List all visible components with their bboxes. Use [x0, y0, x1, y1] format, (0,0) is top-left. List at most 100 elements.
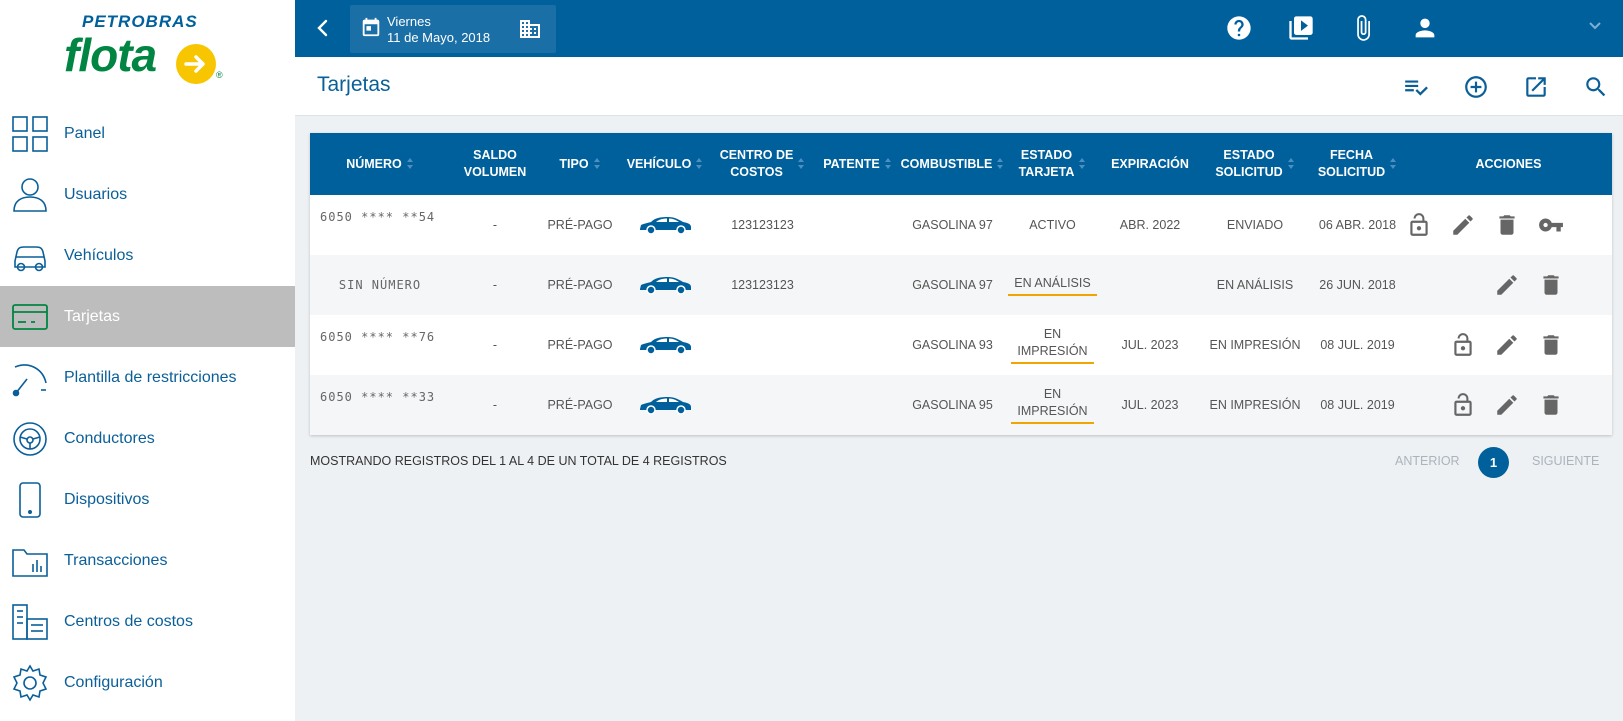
- column-header-numero[interactable]: NÚMERO: [310, 133, 450, 195]
- date-selector[interactable]: Viernes 11 de Mayo, 2018: [350, 5, 556, 53]
- cell-combustible: GASOLINA 97: [912, 217, 993, 232]
- cell-patente: [815, 315, 900, 375]
- lock-open-icon[interactable]: [1450, 392, 1476, 418]
- sidebar-item-configuracion[interactable]: Configuración: [0, 652, 295, 713]
- chevron-down-icon[interactable]: [1587, 18, 1603, 34]
- edit-icon[interactable]: [1450, 212, 1476, 238]
- gear-icon: [12, 664, 48, 702]
- column-header-centro[interactable]: CENTRO DE COSTOS: [710, 133, 815, 195]
- cell-estado-tarjeta: EN IMPRESIÓN: [1005, 375, 1100, 435]
- sort-icon: [406, 158, 414, 170]
- sidebar-item-centros[interactable]: Centros de costos: [0, 591, 295, 652]
- cell-estado-solicitud: EN IMPRESIÓN: [1209, 397, 1301, 412]
- back-arrow-icon[interactable]: [311, 16, 335, 40]
- logo-product: flota: [64, 29, 157, 81]
- building-icon[interactable]: [518, 17, 542, 41]
- sidebar-item-usuarios[interactable]: Usuarios: [0, 164, 295, 225]
- pagination-current-page[interactable]: 1: [1478, 447, 1509, 478]
- column-header-combustible[interactable]: COMBUSTIBLE: [900, 133, 1005, 195]
- add-circle-icon[interactable]: [1463, 74, 1489, 100]
- key-icon[interactable]: [1538, 212, 1564, 238]
- lock-open-icon[interactable]: [1406, 212, 1432, 238]
- delete-icon[interactable]: [1494, 212, 1520, 238]
- column-header-estado-tarjeta[interactable]: ESTADO TARJETA: [1005, 133, 1100, 195]
- cell-tipo: PRÉ-PAGO: [547, 277, 613, 292]
- logo-arrow-icon: [176, 44, 216, 84]
- column-header-tipo[interactable]: TIPO: [540, 133, 620, 195]
- records-summary: MOSTRANDO REGISTROS DEL 1 AL 4 DE UN TOT…: [310, 454, 727, 468]
- car-icon: [640, 397, 691, 415]
- open-in-new-icon[interactable]: [1523, 74, 1549, 100]
- gauge-icon: [12, 364, 47, 397]
- delete-icon[interactable]: [1538, 332, 1564, 358]
- search-icon[interactable]: [1583, 74, 1609, 100]
- column-header-vehiculo[interactable]: VEHÍCULO: [620, 133, 710, 195]
- cell-expiracion: ABR. 2022: [1119, 217, 1181, 232]
- column-header-patente[interactable]: PATENTE: [815, 133, 900, 195]
- cell-vehiculo: [620, 195, 710, 255]
- lock-open-icon[interactable]: [1450, 332, 1476, 358]
- cell-centro: [710, 375, 815, 435]
- video-library-icon[interactable]: [1287, 14, 1315, 42]
- cell-expiracion: JUL. 2023: [1121, 397, 1179, 412]
- sidebar-item-tarjetas[interactable]: Tarjetas: [0, 286, 295, 347]
- sidebar-item-conductores[interactable]: Conductores: [0, 408, 295, 469]
- date-day: Viernes: [387, 14, 431, 29]
- edit-icon[interactable]: [1494, 272, 1520, 298]
- logo-registered: ®: [216, 70, 223, 80]
- sidebar-item-label: Conductores: [64, 429, 155, 447]
- cell-vehiculo: [620, 255, 710, 315]
- table-row[interactable]: 6050 **** **33 - PRÉ-PAGO GASOLINA 95 EN…: [310, 375, 1612, 435]
- table-row[interactable]: SIN NÚMERO - PRÉ-PAGO 123123123 GASOLINA…: [310, 255, 1612, 315]
- cell-expiracion: JUL. 2023: [1121, 337, 1179, 352]
- sidebar-item-panel[interactable]: Panel: [0, 103, 295, 164]
- table-header: NÚMERO SALDO VOLUMEN TIPO VEHÍCULO CENTRO…: [310, 133, 1612, 195]
- pagination-next[interactable]: SIGUIENTE: [1532, 454, 1599, 468]
- delete-icon[interactable]: [1538, 392, 1564, 418]
- column-header-fecha-solicitud[interactable]: FECHA SOLICITUD: [1310, 133, 1405, 195]
- cell-estado-tarjeta: EN IMPRESIÓN: [1005, 315, 1100, 375]
- sidebar-item-label: Centros de costos: [64, 612, 193, 630]
- sort-icon: [1079, 158, 1086, 170]
- cell-fecha: 06 ABR. 2018: [1318, 217, 1397, 232]
- sidebar-item-vehiculos[interactable]: Vehículos: [0, 225, 295, 286]
- edit-icon[interactable]: [1494, 332, 1520, 358]
- sidebar-item-plantilla[interactable]: Plantilla de restricciones: [0, 347, 295, 408]
- status-badge: EN IMPRESIÓN: [1011, 326, 1094, 364]
- cell-estado-tarjeta: ACTIVO: [1005, 195, 1100, 255]
- cell-numero: 6050 **** **33: [320, 390, 436, 404]
- sidebar-item-dispositivos[interactable]: Dispositivos: [0, 469, 295, 530]
- column-header-expiracion: EXPIRACIÓN: [1111, 156, 1189, 171]
- cell-tipo: PRÉ-PAGO: [547, 217, 613, 232]
- sidebar-item-label: Vehículos: [64, 246, 134, 264]
- sort-icon: [593, 158, 601, 170]
- column-header-estado-solicitud[interactable]: ESTADO SOLICITUD: [1200, 133, 1310, 195]
- table-row[interactable]: 6050 **** **54 - PRÉ-PAGO 123123123 GASO…: [310, 195, 1612, 255]
- account-icon[interactable]: [1411, 14, 1439, 42]
- cell-saldo: -: [492, 277, 498, 292]
- table-row[interactable]: 6050 **** **76 - PRÉ-PAGO GASOLINA 93 EN…: [310, 315, 1612, 375]
- delete-icon[interactable]: [1538, 272, 1564, 298]
- cell-estado-solicitud: ENVIADO: [1226, 217, 1284, 232]
- playlist-check-icon[interactable]: [1403, 74, 1429, 100]
- sort-icon: [884, 158, 892, 170]
- cell-patente: [815, 195, 900, 255]
- user-icon: [13, 178, 47, 212]
- pagination-previous[interactable]: ANTERIOR: [1395, 454, 1460, 468]
- sort-icon: [696, 158, 703, 170]
- sidebar-item-transacciones[interactable]: Transacciones: [0, 530, 295, 591]
- cell-estado-solicitud: EN IMPRESIÓN: [1209, 337, 1301, 352]
- buildings-icon: [12, 604, 48, 640]
- edit-icon[interactable]: [1494, 392, 1520, 418]
- cell-combustible: GASOLINA 93: [912, 337, 993, 352]
- phone-icon: [19, 482, 41, 518]
- cell-tipo: PRÉ-PAGO: [547, 337, 613, 352]
- cell-patente: [815, 375, 900, 435]
- sidebar-item-label: Transacciones: [64, 551, 168, 569]
- help-icon[interactable]: [1225, 14, 1253, 42]
- attachment-icon[interactable]: [1349, 14, 1377, 42]
- cards-table: NÚMERO SALDO VOLUMEN TIPO VEHÍCULO CENTRO…: [310, 133, 1612, 435]
- steering-wheel-icon: [13, 422, 47, 456]
- cell-combustible: GASOLINA 95: [912, 397, 993, 412]
- top-bar: Viernes 11 de Mayo, 2018: [295, 0, 1623, 57]
